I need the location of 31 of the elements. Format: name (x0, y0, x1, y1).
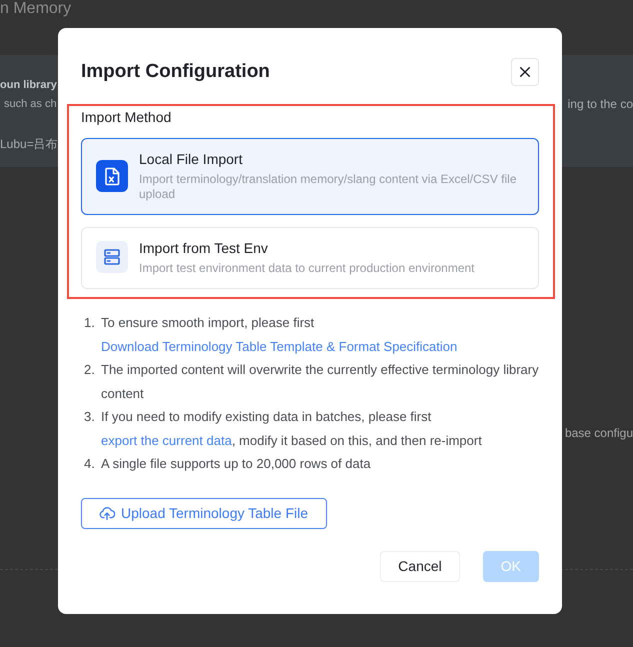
option-description: Import terminology/translation memory/slang content via Excel/CSV file upload (139, 172, 518, 202)
side-text: base configu (564, 425, 633, 441)
instruction-text: If you need to modify existing data in batches, please first export the current data, modify it based on this, and then re-import (101, 408, 483, 450)
import-method-label: Import Method (81, 108, 172, 126)
list-number: 1. (84, 314, 95, 332)
cloud-upload-icon (99, 505, 115, 521)
instruction-link[interactable]: export the current data (101, 432, 232, 448)
import-option-card[interactable]: Import from Test Env Import test environment data to current production environment (81, 227, 539, 289)
close-button[interactable] (511, 58, 539, 86)
description-text: such as ch (4, 97, 57, 112)
option-title: Local File Import (139, 150, 242, 169)
instruction-text: To ensure smooth import, please first Download Terminology Table Template & Format Specification (101, 314, 458, 356)
server-icon (96, 241, 128, 273)
file-icon (96, 160, 128, 192)
list-number: 4. (84, 455, 95, 473)
import-option-card[interactable]: Local File Import Import terminology/translation memory/slang content via Excel/CSV file upload (81, 138, 539, 215)
dialog-title: Import Configuration (81, 60, 270, 84)
option-description: Import test environment data to current production environment (139, 261, 475, 276)
list-number: 3. (84, 408, 95, 426)
list-number: 2. (84, 361, 95, 379)
description-text: ing to the co (568, 96, 633, 112)
close-icon (520, 67, 530, 77)
cancel-button[interactable]: Cancel (380, 550, 460, 582)
page-title: n Memory (0, 1, 72, 17)
example-text: Lubu=吕布 (0, 136, 58, 152)
instruction-link[interactable]: Download Terminology Table Template & Format Specification (101, 338, 458, 354)
instruction-text: The imported content will overwrite the currently effective terminology library content (101, 361, 540, 402)
option-title: Import from Test Env (139, 239, 268, 258)
instruction-text: A single file supports up to 20,000 rows of data (101, 455, 372, 473)
upload-button[interactable]: Upload Terminology Table File (81, 498, 328, 528)
section-heading: oun library (0, 78, 57, 93)
